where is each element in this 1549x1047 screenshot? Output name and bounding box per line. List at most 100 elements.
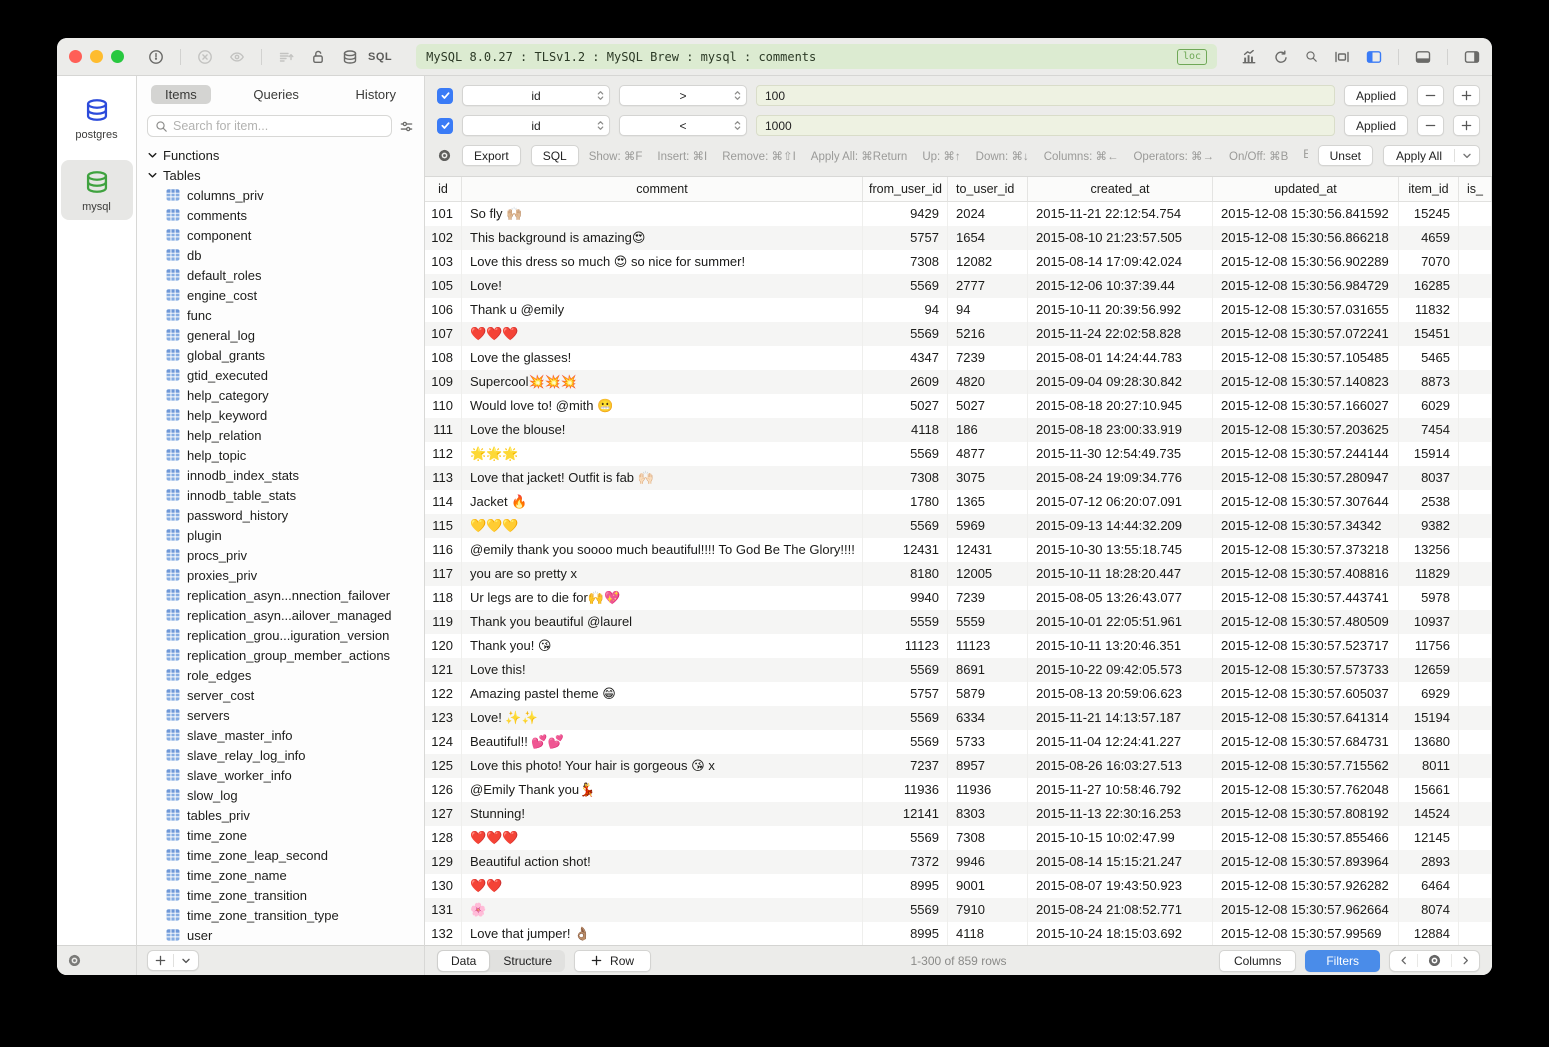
cell-created_at[interactable]: 2015-08-26 16:03:27.513 [1028,754,1213,778]
cell-item_id[interactable]: 2893 [1399,850,1459,874]
cell-is_[interactable] [1459,874,1492,898]
search-options-icon[interactable] [399,119,414,134]
cell-updated_at[interactable]: 2015-12-08 15:30:57.105485 [1213,346,1399,370]
cell-to_user_id[interactable]: 94 [948,298,1028,322]
cell-updated_at[interactable]: 2015-12-08 15:30:57.808192 [1213,802,1399,826]
cell-from_user_id[interactable]: 5757 [863,226,948,250]
cell-id[interactable]: 124 [425,730,462,754]
cell-to_user_id[interactable]: 5969 [948,514,1028,538]
column-header-comment[interactable]: comment [462,177,863,201]
cell-created_at[interactable]: 2015-08-10 21:23:57.505 [1028,226,1213,250]
sidebar-table-item[interactable]: columns_priv [137,185,424,205]
cell-is_[interactable] [1459,346,1492,370]
cell-id[interactable]: 115 [425,514,462,538]
cell-from_user_id[interactable]: 5569 [863,706,948,730]
table-row[interactable]: 117you are so pretty x8180120052015-10-1… [425,562,1492,586]
cell-created_at[interactable]: 2015-11-21 14:13:57.187 [1028,706,1213,730]
cell-item_id[interactable]: 16285 [1399,274,1459,298]
cell-is_[interactable] [1459,658,1492,682]
cell-from_user_id[interactable]: 5569 [863,514,948,538]
functions-section[interactable]: Functions [137,145,424,165]
cell-is_[interactable] [1459,418,1492,442]
cell-created_at[interactable]: 2015-12-06 10:37:39.44 [1028,274,1213,298]
cell-comment[interactable]: ❤️❤️❤️ [462,322,863,346]
minimize-window-button[interactable] [90,50,103,63]
table-row[interactable]: 132Love that jumper! 👌🏽899541182015-10-2… [425,922,1492,945]
cell-is_[interactable] [1459,730,1492,754]
cell-id[interactable]: 127 [425,802,462,826]
cell-id[interactable]: 105 [425,274,462,298]
cell-comment[interactable]: 💛💛💛 [462,514,863,538]
table-row[interactable]: 129Beautiful action shot!737299462015-08… [425,850,1492,874]
cell-updated_at[interactable]: 2015-12-08 15:30:57.573733 [1213,658,1399,682]
cell-comment[interactable]: Thank you! 😘 [462,634,863,658]
table-row[interactable]: 118Ur legs are to die for🙌💖994072392015-… [425,586,1492,610]
cell-item_id[interactable]: 11832 [1399,298,1459,322]
cell-item_id[interactable]: 7070 [1399,250,1459,274]
column-header-to_user_id[interactable]: to_user_id [948,177,1028,201]
table-row[interactable]: 121Love this!556986912015-10-22 09:42:05… [425,658,1492,682]
cell-from_user_id[interactable]: 5569 [863,274,948,298]
sidebar-table-item[interactable]: innodb_index_stats [137,465,424,485]
cell-is_[interactable] [1459,250,1492,274]
cell-item_id[interactable]: 4659 [1399,226,1459,250]
cell-comment[interactable]: Love this! [462,658,863,682]
sidebar-table-item[interactable]: func [137,305,424,325]
tab-queries[interactable]: Queries [239,85,313,104]
cell-comment[interactable]: Would love to! @mith 😬 [462,394,863,418]
chart-icon[interactable] [1241,49,1257,65]
sidebar-table-item[interactable]: password_history [137,505,424,525]
sidebar-table-item[interactable]: slave_master_info [137,725,424,745]
cell-is_[interactable] [1459,298,1492,322]
sidebar-table-item[interactable]: servers [137,705,424,725]
cell-from_user_id[interactable]: 4347 [863,346,948,370]
zoom-window-button[interactable] [111,50,124,63]
cell-id[interactable]: 107 [425,322,462,346]
cell-comment[interactable]: Amazing pastel theme 😁 [462,682,863,706]
cell-from_user_id[interactable]: 7237 [863,754,948,778]
cell-id[interactable]: 103 [425,250,462,274]
cell-updated_at[interactable]: 2015-12-08 15:30:57.684731 [1213,730,1399,754]
cell-comment[interactable]: ❤️❤️❤️ [462,826,863,850]
cell-is_[interactable] [1459,442,1492,466]
cell-comment[interactable]: Supercool💥💥💥 [462,370,863,394]
cell-created_at[interactable]: 2015-10-11 20:39:56.992 [1028,298,1213,322]
cell-is_[interactable] [1459,754,1492,778]
cell-from_user_id[interactable]: 11936 [863,778,948,802]
cell-from_user_id[interactable]: 5569 [863,730,948,754]
table-row[interactable]: 102This background is amazing😍5757165420… [425,226,1492,250]
cell-is_[interactable] [1459,514,1492,538]
cell-item_id[interactable]: 8011 [1399,754,1459,778]
cell-to_user_id[interactable]: 7239 [948,586,1028,610]
cell-updated_at[interactable]: 2015-12-08 15:30:56.984729 [1213,274,1399,298]
next-page-button[interactable] [1452,955,1479,966]
cell-is_[interactable] [1459,922,1492,945]
cell-id[interactable]: 119 [425,610,462,634]
sidebar-table-item[interactable]: slave_worker_info [137,765,424,785]
cell-to_user_id[interactable]: 8303 [948,802,1028,826]
cell-updated_at[interactable]: 2015-12-08 15:30:57.855466 [1213,826,1399,850]
table-row[interactable]: 124Beautiful!! 💕💕556957332015-11-04 12:2… [425,730,1492,754]
cell-to_user_id[interactable]: 9001 [948,874,1028,898]
cell-created_at[interactable]: 2015-08-01 14:24:44.783 [1028,346,1213,370]
cell-from_user_id[interactable]: 12141 [863,802,948,826]
cell-is_[interactable] [1459,610,1492,634]
applied-button[interactable]: Applied [1344,115,1408,136]
sidebar-table-item[interactable]: comments [137,205,424,225]
filter-value-input[interactable] [756,85,1335,106]
cell-item_id[interactable]: 12884 [1399,922,1459,945]
cell-updated_at[interactable]: 2015-12-08 15:30:57.140823 [1213,370,1399,394]
cell-created_at[interactable]: 2015-09-13 14:44:32.209 [1028,514,1213,538]
cell-comment[interactable]: Ur legs are to die for🙌💖 [462,586,863,610]
close-window-button[interactable] [69,50,82,63]
cell-item_id[interactable]: 15661 [1399,778,1459,802]
table-row[interactable]: 125Love this photo! Your hair is gorgeou… [425,754,1492,778]
cell-item_id[interactable]: 6464 [1399,874,1459,898]
sidebar-table-item[interactable]: tables_priv [137,805,424,825]
cell-item_id[interactable]: 10937 [1399,610,1459,634]
sidebar-table-item[interactable]: help_topic [137,445,424,465]
cell-id[interactable]: 132 [425,922,462,945]
cell-from_user_id[interactable]: 5569 [863,826,948,850]
cell-id[interactable]: 131 [425,898,462,922]
target-icon[interactable] [148,49,164,65]
